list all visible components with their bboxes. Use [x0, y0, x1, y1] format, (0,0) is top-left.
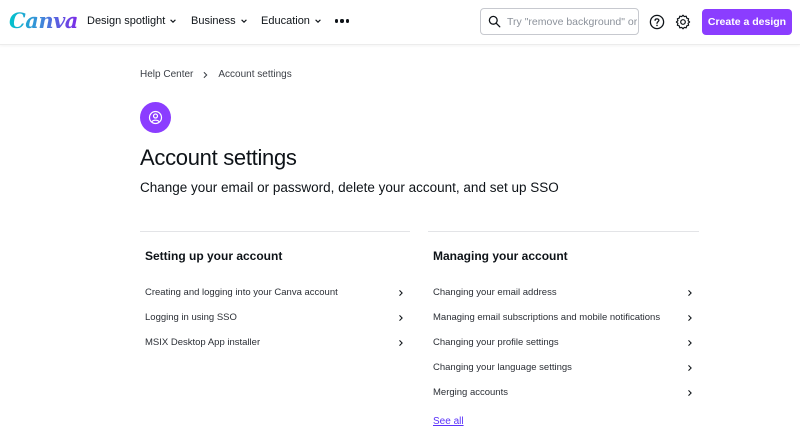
- search-box[interactable]: [480, 8, 639, 35]
- top-navigation-bar: Canva Design spotlight Business Educatio…: [0, 0, 800, 45]
- section-managing-account: Managing your account Changing your emai…: [428, 231, 699, 405]
- article-link-label: Changing your profile settings: [433, 337, 559, 348]
- chevron-right-icon: [399, 339, 403, 346]
- section-heading: Setting up your account: [145, 249, 283, 263]
- chevron-right-icon: [688, 389, 692, 396]
- user-icon: [148, 110, 163, 125]
- breadcrumb: Help Center Account settings: [140, 69, 292, 80]
- article-link[interactable]: Merging accounts: [428, 380, 699, 405]
- article-link[interactable]: Managing email subscriptions and mobile …: [428, 305, 699, 330]
- article-link-label: Merging accounts: [433, 387, 508, 398]
- page-subtitle: Change your email or password, delete yo…: [140, 180, 559, 195]
- breadcrumb-current[interactable]: Account settings: [218, 69, 291, 80]
- nav-business[interactable]: Business: [191, 15, 248, 27]
- article-link-label: Managing email subscriptions and mobile …: [433, 312, 661, 323]
- nav-education[interactable]: Education: [261, 15, 322, 27]
- article-link-label: Creating and logging into your Canva acc…: [145, 287, 338, 298]
- article-link[interactable]: Creating and logging into your Canva acc…: [140, 280, 410, 305]
- page-title: Account settings: [140, 145, 297, 170]
- section-setting-up-account: Setting up your account Creating and log…: [140, 231, 410, 355]
- nav-label: Design spotlight: [87, 15, 166, 27]
- chevron-right-icon: [203, 71, 208, 78]
- article-link-label: MSIX Desktop App installer: [145, 337, 261, 348]
- chevron-down-icon: [315, 19, 321, 23]
- article-link[interactable]: MSIX Desktop App installer: [140, 330, 410, 355]
- article-link[interactable]: Changing your profile settings: [428, 330, 699, 355]
- chevron-right-icon: [688, 289, 692, 296]
- chevron-right-icon: [688, 339, 692, 346]
- article-link-label: Changing your language settings: [433, 362, 572, 373]
- settings-gear-icon[interactable]: [675, 14, 691, 30]
- chevron-right-icon: [688, 364, 692, 371]
- nav-design-spotlight[interactable]: Design spotlight: [87, 15, 177, 27]
- see-all-link[interactable]: See all: [433, 416, 464, 427]
- article-link[interactable]: Logging in using SSO: [140, 305, 410, 330]
- article-link-label: Changing your email address: [433, 287, 557, 298]
- article-link[interactable]: Changing your language settings: [428, 355, 699, 380]
- create-a-design-button[interactable]: Create a design: [702, 9, 792, 35]
- chevron-right-icon: [688, 314, 692, 321]
- chevron-right-icon: [399, 314, 403, 321]
- chevron-down-icon: [240, 19, 247, 23]
- chevron-down-icon: [170, 19, 177, 23]
- help-icon[interactable]: [649, 14, 665, 30]
- nav-label: Education: [261, 15, 310, 27]
- article-link-label: Logging in using SSO: [145, 312, 237, 323]
- search-input[interactable]: [507, 15, 637, 28]
- article-list: Changing your email address Managing ema…: [428, 280, 699, 405]
- more-menu-icon[interactable]: [335, 14, 350, 28]
- section-heading: Managing your account: [433, 249, 568, 263]
- chevron-right-icon: [399, 289, 403, 296]
- account-category-badge: [140, 102, 171, 133]
- search-icon: [488, 15, 501, 28]
- article-link[interactable]: Changing your email address: [428, 280, 699, 305]
- nav-label: Business: [191, 15, 236, 27]
- breadcrumb-help-center[interactable]: Help Center: [140, 69, 193, 80]
- article-list: Creating and logging into your Canva acc…: [140, 280, 410, 355]
- canva-logo[interactable]: Canva: [9, 8, 78, 33]
